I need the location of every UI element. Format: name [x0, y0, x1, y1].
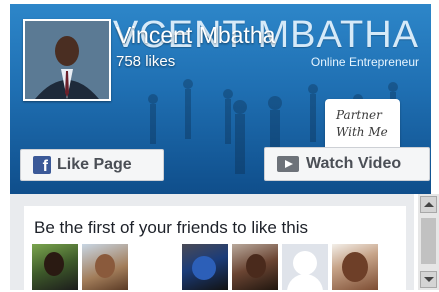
- cover-tagline: Online Entrepreneur: [310, 55, 419, 69]
- profile-person-image: [25, 21, 109, 99]
- partner-with-me-sign: Partner With Me: [325, 99, 400, 151]
- friend-avatar[interactable]: [182, 244, 228, 290]
- cover-photo[interactable]: VCENT MBATHA Online Entrepreneur Vincent…: [10, 4, 431, 194]
- friend-avatar[interactable]: [332, 244, 378, 290]
- like-page-label: Like Page: [57, 156, 132, 173]
- scroll-up-arrow-icon[interactable]: [420, 196, 437, 213]
- video-play-icon: [277, 156, 299, 172]
- like-page-button[interactable]: Like Page: [20, 149, 164, 181]
- default-avatar-icon: [293, 251, 317, 275]
- profile-picture[interactable]: [23, 19, 111, 101]
- friend-avatar[interactable]: [32, 244, 78, 290]
- friends-card: Be the first of your friends to like thi…: [24, 206, 406, 290]
- facebook-f-icon: [33, 156, 51, 176]
- partner-line-2: With Me: [336, 125, 388, 139]
- friend-avatar[interactable]: [232, 244, 278, 290]
- page-name[interactable]: Vincent Mbatha: [116, 22, 275, 49]
- scrollbar-thumb[interactable]: [421, 218, 436, 264]
- friend-avatar-default[interactable]: [282, 244, 328, 290]
- likes-count: 758 likes: [116, 53, 176, 70]
- watch-video-button[interactable]: Watch Video: [264, 147, 430, 181]
- friend-avatar[interactable]: [82, 244, 128, 290]
- watch-video-label: Watch Video: [306, 155, 402, 172]
- scroll-down-arrow-icon[interactable]: [420, 271, 437, 288]
- vertical-scrollbar[interactable]: [418, 194, 439, 290]
- friends-like-prompt: Be the first of your friends to like thi…: [34, 218, 309, 237]
- partner-line-1: Partner: [336, 108, 382, 122]
- default-avatar-body: [287, 274, 323, 290]
- friends-panel: Be the first of your friends to like thi…: [10, 194, 414, 290]
